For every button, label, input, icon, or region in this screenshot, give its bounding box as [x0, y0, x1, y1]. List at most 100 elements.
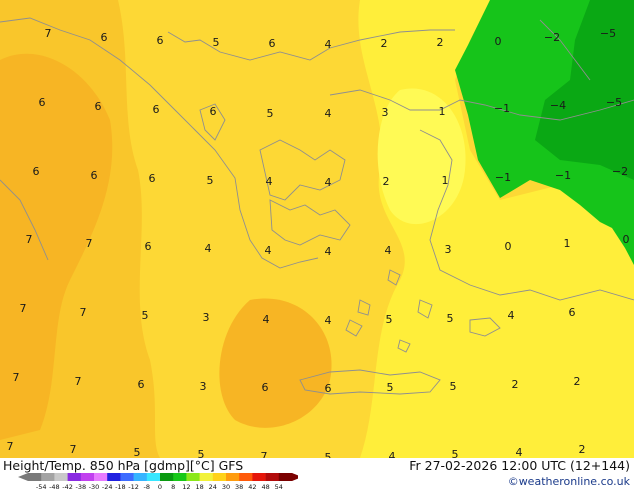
temperature-value-label: 7 [13, 371, 20, 384]
temperature-value-label: 4 [265, 244, 272, 257]
color-scale-tick-label: -30 [89, 483, 100, 490]
color-scale-cell [67, 473, 82, 481]
temperature-value-label: 1 [439, 105, 446, 118]
temperature-value-label: 6 [149, 172, 156, 185]
temperature-value-label: 6 [262, 381, 269, 394]
temperature-value-label: 5 [198, 448, 205, 458]
color-scale-cell [160, 473, 174, 481]
temperature-value-label: −2 [612, 165, 628, 178]
temperature-value-label: 5 [386, 313, 393, 326]
color-scale-cell [212, 473, 227, 481]
temperature-value-label: 4 [266, 175, 273, 188]
temperature-value-label: 6 [101, 31, 108, 44]
temperature-value-label: 4 [389, 450, 396, 458]
temperature-value-label: 6 [39, 96, 46, 109]
color-scale-tick-label: -24 [102, 483, 113, 490]
temperature-value-label: 6 [95, 100, 102, 113]
temperature-value-label: 6 [157, 34, 164, 47]
temperature-value-label: −2 [544, 31, 560, 44]
temperature-value-label: 3 [203, 311, 210, 324]
temperature-value-label: 6 [138, 378, 145, 391]
temperature-value-label: 4 [325, 245, 332, 258]
color-scale-cell [173, 473, 187, 481]
temperature-value-label: 4 [263, 313, 270, 326]
temperature-value-label: 0 [623, 233, 630, 246]
color-scale-cells [18, 473, 298, 481]
temperature-value-label: 2 [383, 175, 390, 188]
map-title: Height/Temp. 850 hPa [gdmp][°C] GFS [3, 458, 244, 473]
color-scale-cell [28, 473, 42, 481]
color-scale-cell [107, 473, 121, 481]
temperature-value-label: 7 [86, 237, 93, 250]
temperature-value-label: 6 [91, 169, 98, 182]
temperature-value-label: 4 [325, 107, 332, 120]
color-scale-tick-label: 48 [261, 483, 269, 490]
temperature-value-label: −1 [495, 171, 511, 184]
color-scale-arrow-left [18, 473, 28, 481]
temperature-value-label: 4 [325, 314, 332, 327]
color-scale-tick-label: 8 [171, 483, 175, 490]
temperature-value-label: 3 [382, 106, 389, 119]
temperature-value-label: 7 [7, 440, 14, 453]
color-scale-tick-label: -18 [115, 483, 126, 490]
color-scale-cell [80, 473, 95, 481]
temperature-value-label: 7 [80, 306, 87, 319]
temperature-value-label: 0 [495, 35, 502, 48]
color-scale-tick-label: 18 [195, 483, 203, 490]
map-credit-link[interactable]: ©weatheronline.co.uk [508, 475, 630, 489]
color-scale-cell [199, 473, 214, 481]
temperature-value-label: 3 [445, 243, 452, 256]
temperature-value-label: 6 [325, 382, 332, 395]
temperature-value-label: 6 [569, 306, 576, 319]
color-scale-tick-label: -38 [75, 483, 86, 490]
temperature-value-label: 5 [134, 446, 141, 458]
map-viewer: 7 6 6 5 6 4 2 2 0 −2 −5 6 6 6 6 5 4 3 1 −1 −4 −5 6 6 6 5 4 4 2 1 −1 −1−… [0, 0, 634, 490]
temperature-value-label: 5 [450, 380, 457, 393]
temperature-value-label: 6 [210, 105, 217, 118]
temperature-value-label: 5 [207, 174, 214, 187]
temperature-value-label: 7 [45, 27, 52, 40]
color-scale-tick-label: 38 [235, 483, 243, 490]
temperature-value-label: 7 [75, 375, 82, 388]
temperature-value-label: 5 [452, 448, 459, 458]
color-scale-tick-label: 0 [158, 483, 162, 490]
color-scale-cell [94, 473, 108, 481]
temperature-value-label: 6 [153, 103, 160, 116]
temperature-value-label: 0 [505, 240, 512, 253]
color-scale-cell [226, 473, 240, 481]
temperature-value-label: 5 [447, 312, 454, 325]
color-scale-tick-label: -42 [62, 483, 73, 490]
color-scale-tick-label: 24 [209, 483, 217, 490]
temperature-value-label: 7 [261, 450, 268, 458]
temperature-value-label: 4 [325, 38, 332, 51]
temperature-value-label: −1 [494, 102, 510, 115]
temperature-value-label: 4 [325, 176, 332, 189]
temperature-value-label: 6 [269, 37, 276, 50]
color-scale-cell [133, 473, 148, 481]
color-scale-tick-label: -54 [36, 483, 47, 490]
temperature-value-label: 6 [33, 165, 40, 178]
color-scale-legend: -54 -48 -42 -38 -30 -24 -18 -12 -8 0 8 12 18 24 30 38 42… [18, 473, 298, 490]
color-scale-cell [146, 473, 161, 481]
temperature-value-label: 7 [70, 443, 77, 456]
temperature-value-label: 6 [145, 240, 152, 253]
color-scale-tick-label: 54 [275, 483, 283, 490]
color-scale-cell [265, 473, 280, 481]
temperature-value-label: 2 [574, 375, 581, 388]
temperature-value-label: 7 [20, 302, 27, 315]
temperature-value-label: 2 [512, 378, 519, 391]
temperature-value-label: 2 [437, 36, 444, 49]
temperature-value-label: 5 [267, 107, 274, 120]
temperature-value-label: 4 [205, 242, 212, 255]
color-scale-cell [239, 473, 253, 481]
temperature-value-label: 3 [200, 380, 207, 393]
map-datetime: Fr 27-02-2026 12:00 UTC (12+144) [409, 458, 630, 473]
color-scale-cell [54, 473, 68, 481]
temperature-value-label: −4 [550, 99, 566, 112]
color-scale-cell [120, 473, 134, 481]
temperature-value-label: 4 [385, 244, 392, 257]
temperature-value-label: 7 [26, 233, 33, 246]
temperature-value-label: 5 [387, 381, 394, 394]
temperature-value-label: −5 [606, 96, 622, 109]
temperature-value-label: 5 [142, 309, 149, 322]
